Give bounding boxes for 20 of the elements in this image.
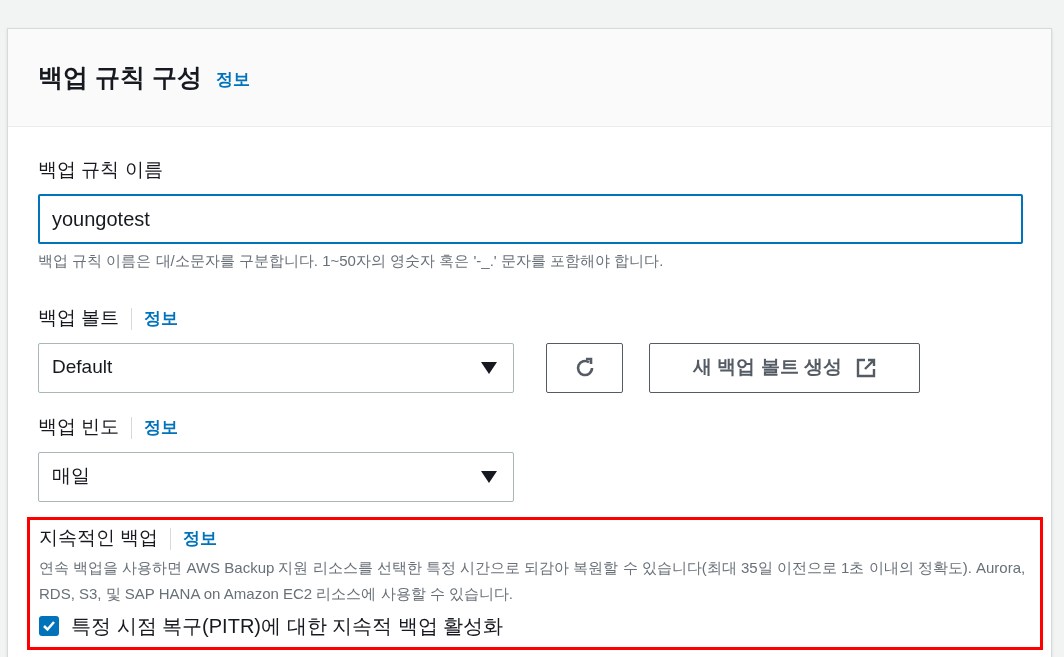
info-link[interactable]: 정보: [144, 414, 179, 441]
description-text: 연속 백업을 사용하면 AWS Backup 지원 리소스를 선택한 특정 시간으로 되감아 복원할 수 있습니다(최대 35일 이전으로 1초 이내의 정확도). Aurora, RDS, S3, 및 SAP HANA on Amazon EC2 리소스에 사용할 수 있습니다.: [39, 557, 1027, 604]
hint-text: 백업 규칙 이름은 대/소문자를 구분합니다. 1~50자의 영숫자 혹은 '-_.' 문자를 포함해야 합니다.: [38, 251, 665, 271]
info-link[interactable]: 정보: [215, 66, 250, 93]
pitr-checkbox[interactable]: 특정 시점 복구(PITR)에 대한 지속적 백업 활성화: [39, 610, 1031, 641]
field-label: 백업 빈도: [38, 415, 120, 440]
field-label: 백업 규칙 이름: [38, 157, 163, 182]
create-vault-button[interactable]: 새 백업 볼트 생성: [649, 342, 920, 393]
caret-down-icon: [481, 470, 497, 483]
info-link[interactable]: 정보: [144, 305, 179, 332]
external-link-icon: [855, 357, 876, 378]
info-link[interactable]: 정보: [183, 525, 218, 552]
dropdown[interactable]: Default: [38, 342, 514, 393]
caret-down-icon: [481, 361, 497, 374]
refresh-button[interactable]: [546, 342, 623, 393]
panel-title: 백업 규칙 구성: [38, 61, 202, 93]
field-label: 백업 볼트: [38, 306, 120, 331]
field-label: 지속적인 백업: [39, 526, 159, 551]
rule-name-field[interactable]: youngotest: [38, 194, 1023, 244]
dropdown[interactable]: 매일: [38, 451, 514, 502]
